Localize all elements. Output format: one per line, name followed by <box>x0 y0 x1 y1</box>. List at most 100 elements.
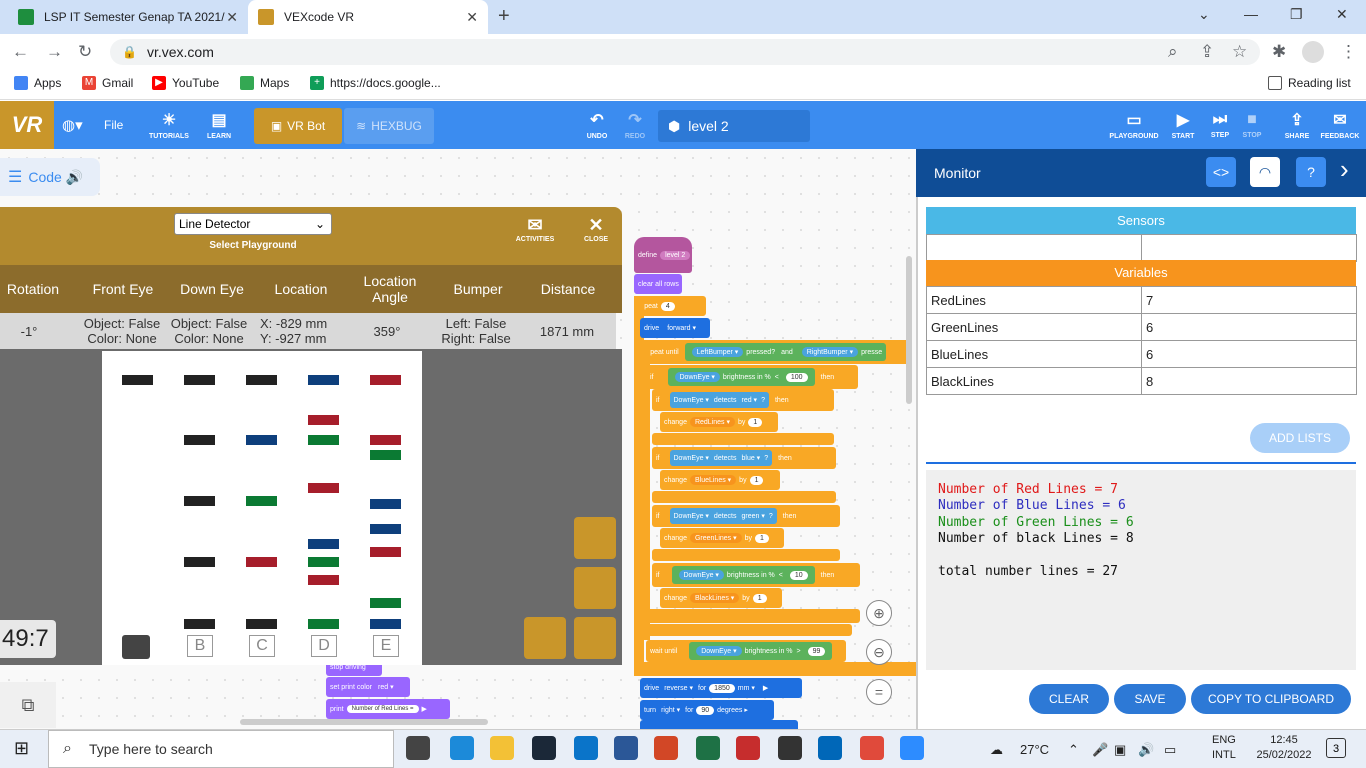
excel-icon[interactable] <box>696 736 720 760</box>
feedback-button[interactable]: ✉ FEEDBACK <box>1318 101 1362 149</box>
edge-icon[interactable] <box>450 736 474 760</box>
hexbug-button[interactable]: ≋ HEXBUG <box>344 108 434 144</box>
store-icon[interactable] <box>574 736 598 760</box>
reload-icon[interactable]: ↻ <box>78 42 92 62</box>
close-playground-button[interactable]: ✕ CLOSE <box>571 215 621 243</box>
steam-icon[interactable] <box>532 736 556 760</box>
change-green-block[interactable]: change GreenLines ▾ by 1 <box>660 528 784 548</box>
bookmark-maps[interactable]: Maps <box>240 76 289 90</box>
playground-select[interactable]: Line Detector ⌄ <box>174 213 332 235</box>
tab-search-icon[interactable]: ⌄ <box>1198 6 1210 23</box>
bookmark-star-icon[interactable]: ☆ <box>1232 42 1247 62</box>
drive-reverse-block[interactable]: drive reverse ▾ for 1850 mm ▾ ▶ <box>640 678 802 698</box>
copy-to-clipboard-button[interactable]: COPY TO CLIPBOARD <box>1191 684 1351 714</box>
bookmark-docs[interactable]: + https://docs.google... <box>310 76 441 90</box>
clear-rows-block[interactable]: clear all rows <box>634 274 682 294</box>
save-button[interactable]: SAVE <box>1114 684 1186 714</box>
step-button[interactable]: ⏭ STEP <box>1203 101 1237 149</box>
print-block[interactable]: print Number of Red Lines = ▶ <box>326 699 450 719</box>
network-icon[interactable]: ▣ <box>1114 742 1126 758</box>
chevron-right-icon[interactable]: › <box>1340 154 1349 185</box>
code-toggle[interactable]: ☰ Code 🔊 <box>0 158 100 196</box>
menu-icon[interactable]: ⋮ <box>1340 42 1357 62</box>
clock[interactable]: 12:45 25/02/2022 <box>1256 733 1312 763</box>
tab-vexcode[interactable]: VEXcode VR ✕ <box>248 0 488 34</box>
turn-block[interactable]: turn right ▾ for 90 degrees ▸ <box>640 700 774 720</box>
monitor-gauge-icon[interactable]: ◠ <box>1250 157 1280 187</box>
zoom-icon[interactable]: ⌕ <box>1168 42 1178 62</box>
bookmark-apps[interactable]: Apps <box>14 76 61 90</box>
close-tab-icon[interactable]: ✕ <box>466 9 478 26</box>
cortana-icon[interactable] <box>778 736 802 760</box>
learn-button[interactable]: ▤ LEARN <box>196 101 242 149</box>
video-camera-icon[interactable] <box>524 617 566 659</box>
notification-badge[interactable]: 3 <box>1326 738 1346 758</box>
drive-block[interactable]: drive forward ▾ <box>640 318 710 338</box>
forward-icon[interactable]: → <box>46 42 63 62</box>
change-blue-block[interactable]: change BlueLines ▾ by 1 <box>660 470 780 490</box>
share-button[interactable]: ⇪ SHARE <box>1280 101 1314 149</box>
extensions-icon[interactable]: ✱ <box>1272 42 1286 62</box>
chrome-icon[interactable] <box>860 736 884 760</box>
powerpoint-icon[interactable] <box>654 736 678 760</box>
activities-button[interactable]: ✉ ACTIVITIES <box>510 215 560 243</box>
wait-until-block[interactable]: wait until DownEye ▾ brightness in % >99 <box>646 640 846 662</box>
address-bar[interactable]: 🔒 vr.vex.com <box>110 39 1260 65</box>
project-name[interactable]: ⬢ level 2 <box>658 110 810 142</box>
share-icon[interactable]: ⇪ <box>1200 42 1214 62</box>
help-icon[interactable]: ? <box>1296 157 1326 187</box>
close-window-button[interactable]: ✕ <box>1336 6 1348 23</box>
pdf-app-icon[interactable] <box>736 736 760 760</box>
speaker-icon[interactable]: 🔊 <box>66 169 83 186</box>
repeat-block[interactable]: repeat 4 <box>634 296 706 316</box>
restore-button[interactable]: ❐ <box>1290 6 1303 23</box>
file-explorer-icon[interactable] <box>490 736 514 760</box>
temperature[interactable]: 27°C <box>1020 742 1049 757</box>
change-black-block[interactable]: change BlackLines ▾ by 1 <box>660 588 782 608</box>
bookmark-youtube[interactable]: ▶ YouTube <box>152 76 219 90</box>
file-menu[interactable]: File <box>104 101 123 149</box>
layout-toggle-icon[interactable]: ⧉ <box>0 682 56 728</box>
clear-button[interactable]: CLEAR <box>1029 684 1109 714</box>
windows-start-icon[interactable]: ⊞ <box>14 738 29 759</box>
redo-button[interactable]: ↷ REDO <box>618 101 652 149</box>
if-black-block[interactable]: if DownEye ▾ brightness in % <10 then <box>652 563 860 587</box>
zoom-reset-button[interactable]: = <box>866 679 892 705</box>
avatar[interactable] <box>1302 41 1324 63</box>
set-print-color-block[interactable]: set print color red ▾ <box>326 677 410 697</box>
taskbar-search[interactable]: ⌕ Type here to search <box>48 730 394 768</box>
tab-lsp[interactable]: LSP IT Semester Genap TA 2021/ ✕ <box>8 0 248 34</box>
zoom-in-button[interactable]: ⊕ <box>866 600 892 626</box>
undo-button[interactable]: ↶ UNDO <box>580 101 614 149</box>
stop-button[interactable]: ■ STOP <box>1240 101 1264 149</box>
language-indicator[interactable]: ENG INTL <box>1212 733 1236 763</box>
globe-icon[interactable]: ◍▾ <box>62 116 83 134</box>
mail-icon[interactable] <box>818 736 842 760</box>
code-view-icon[interactable]: <> <box>1206 157 1236 187</box>
repeat-until-block[interactable]: repeat until LeftBumper ▾ pressed? and Righ… <box>640 340 910 364</box>
camera-top-icon[interactable] <box>574 567 616 609</box>
volume-icon[interactable]: 🔊 <box>1138 742 1154 758</box>
close-tab-icon[interactable]: ✕ <box>226 9 238 26</box>
tray-chevron-icon[interactable]: ⌃ <box>1068 742 1079 758</box>
zoom-out-button[interactable]: ⊖ <box>866 639 892 665</box>
bookmark-gmail[interactable]: M Gmail <box>82 76 133 90</box>
new-tab-button[interactable]: + <box>498 5 510 28</box>
mic-icon[interactable]: 🎤 <box>1092 742 1108 758</box>
back-icon[interactable]: ← <box>12 42 29 62</box>
word-icon[interactable] <box>614 736 638 760</box>
if-red-block[interactable]: if DownEye ▾ detects red ▾? then <box>652 389 834 411</box>
reading-list[interactable]: Reading list <box>1268 76 1351 90</box>
horizontal-scrollbar[interactable] <box>240 719 488 725</box>
tutorials-button[interactable]: ☀ TUTORIALS <box>146 101 192 149</box>
battery-icon[interactable]: ▭ <box>1164 742 1176 758</box>
camera-angle-icon[interactable] <box>574 617 616 659</box>
define-block[interactable]: define level 2 <box>634 237 692 273</box>
if-green-block[interactable]: if DownEye ▾ detects green ▾? then <box>652 505 840 527</box>
minimize-button[interactable]: — <box>1244 6 1258 22</box>
add-lists-button[interactable]: ADD LISTS <box>1250 423 1350 453</box>
vertical-scrollbar[interactable] <box>906 256 912 404</box>
playground-button[interactable]: ▭ PLAYGROUND <box>1106 101 1162 149</box>
if-brightness-block[interactable]: if DownEye ▾ brightness in % <100 then <box>646 365 858 389</box>
weather-icon[interactable]: ☁ <box>990 742 1003 758</box>
